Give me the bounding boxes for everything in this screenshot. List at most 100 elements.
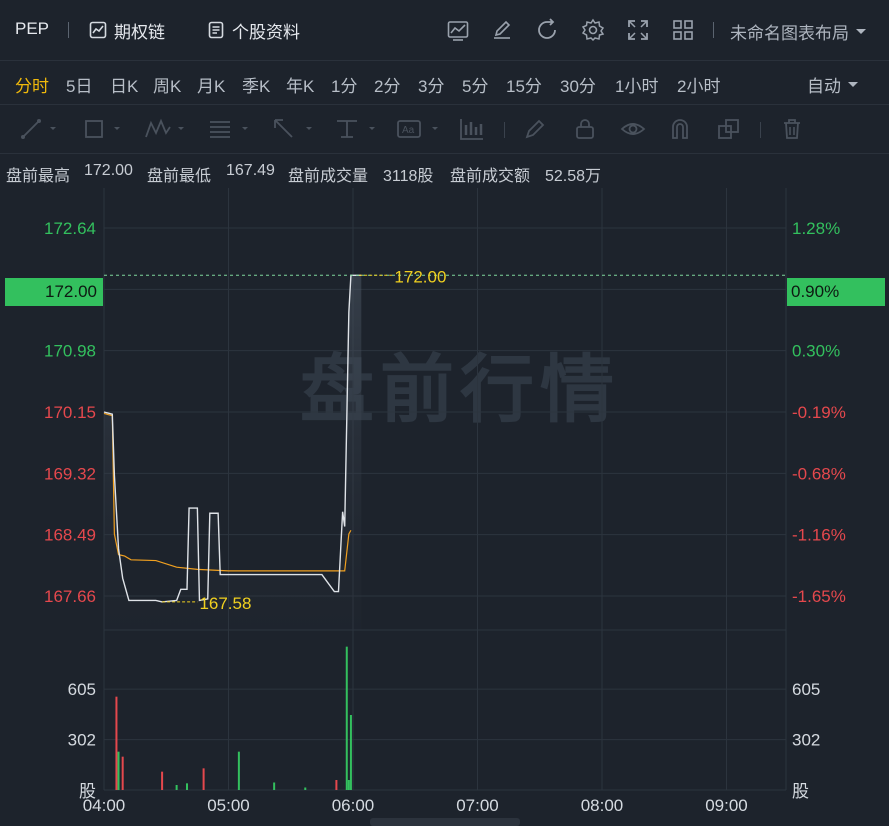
volume-bar [175,785,178,790]
delete-icon[interactable] [780,117,804,141]
volume-tick-label: 605 [792,680,820,699]
time-tick-label: 09:00 [705,796,748,815]
stock-profile-label: 个股资料 [232,22,300,42]
layout-name: 未命名图表布局 [730,24,849,43]
indicator-icon[interactable] [458,117,486,141]
lock-icon[interactable] [573,117,597,141]
pct-tick-label: -0.19% [792,403,846,422]
chart-line-icon[interactable] [446,18,470,42]
max-price-label: 172.00 [394,267,446,286]
volume-bar [304,787,307,790]
price-tick-label: 170.98 [44,342,96,361]
top-bar: PEP 期权链 个股资料 未命名图表布局 [0,0,889,61]
intraday-chart[interactable]: 172.64171.81170.98170.15169.32168.49167.… [0,188,889,826]
drawing-toolbar: Aa [0,105,889,154]
rectangle-icon[interactable] [84,117,124,141]
average-price-line [103,412,352,572]
layout-dropdown[interactable]: 未命名图表布局 [730,19,867,44]
period-tab-1m[interactable]: 1分 [331,72,357,97]
separator [760,122,761,138]
separator [713,22,714,38]
volume-bars [115,646,352,790]
period-tab-yearly[interactable]: 年K [286,72,314,97]
stock-symbol[interactable]: PEP [15,19,49,39]
period-tab-30m[interactable]: 30分 [560,72,596,97]
volume-bar [335,780,338,790]
chart-scrollbar[interactable] [370,818,520,826]
separator [68,22,69,38]
current-pct-badge: 0.90% [787,278,885,306]
volume-bar [186,783,188,790]
period-tab-3m[interactable]: 3分 [418,72,444,97]
volume-value: 3118股 [383,168,434,185]
pct-tick-label: -1.65% [792,587,846,606]
magnet-icon[interactable] [668,117,692,141]
refresh-icon[interactable] [535,18,559,42]
fullscreen-icon[interactable] [626,18,650,42]
price-tick-label: 167.66 [44,587,96,606]
period-tab-5d[interactable]: 5日 [66,72,92,97]
price-tick-label: 168.49 [44,526,96,545]
time-tick-label: 04:00 [83,796,126,815]
price-tick-label: 172.64 [44,219,96,238]
volume-bar [161,771,164,790]
period-tab-quarterly[interactable]: 季K [242,72,270,97]
volume-tick-label: 302 [68,731,96,750]
volume-bar [237,751,240,790]
stock-profile-button[interactable]: 个股资料 [206,18,300,42]
eye-icon[interactable] [620,117,646,141]
volume-unit-label: 股 [792,782,809,801]
copy-icon[interactable] [716,117,742,141]
fib-icon[interactable] [208,117,252,141]
period-tab-intraday[interactable]: 分时 [15,72,49,97]
period-tab-weekly[interactable]: 周K [153,72,181,97]
option-chain-label: 期权链 [114,22,165,42]
period-tab-1h[interactable]: 1小时 [615,72,658,97]
auto-dropdown[interactable]: 自动 [807,72,859,97]
svg-text:Aa: Aa [402,125,415,136]
amount-value: 52.58万 [545,168,602,185]
trendline-icon[interactable] [20,117,60,141]
period-tab-2m[interactable]: 2分 [374,72,400,97]
grid-icon[interactable] [671,18,695,42]
edit-icon[interactable] [490,18,514,42]
pct-tick-label: 1.28% [792,219,840,238]
period-tab-2h[interactable]: 2小时 [677,72,720,97]
amount-label: 盘前成交额 [450,168,531,185]
volume-bar [273,782,276,790]
pattern-icon[interactable] [144,117,188,141]
period-tab-5m[interactable]: 5分 [462,72,488,97]
time-tick-label: 05:00 [207,796,250,815]
pct-tick-label: 0.30% [792,342,840,361]
volume-tick-label: 302 [792,731,820,750]
time-tick-label: 06:00 [332,796,375,815]
pen-icon[interactable] [523,117,547,141]
time-tick-label: 07:00 [456,796,499,815]
arrow-icon[interactable] [272,117,316,141]
time-tick-label: 08:00 [581,796,624,815]
pct-tick-label: -0.68% [792,464,846,483]
period-tab-15m[interactable]: 15分 [506,72,542,97]
volume-tick-label: 605 [68,680,96,699]
period-tab-monthly[interactable]: 月K [197,72,225,97]
chevron-down-icon [848,81,858,87]
text-icon[interactable]: Aa [396,117,444,141]
volume-bar [347,780,350,790]
chart-book-icon [89,21,107,39]
price-line [103,274,362,603]
chevron-down-icon [856,28,866,34]
option-chain-button[interactable]: 期权链 [88,18,165,42]
volume-bar [115,696,118,790]
current-price-badge: 172.00 [5,278,103,306]
volume-bar [345,646,348,790]
price-tick-label: 170.15 [44,403,96,422]
min-price-label: 167.58 [199,594,251,613]
period-tab-daily[interactable]: 日K [110,72,138,97]
low-label: 盘前最低 [147,168,212,185]
settings-icon[interactable] [581,18,605,42]
high-value: 172.00 [84,162,133,179]
volume-bar [117,751,120,790]
separator [504,122,505,138]
level-icon[interactable] [335,117,379,141]
volume-label: 盘前成交量 [288,168,369,185]
